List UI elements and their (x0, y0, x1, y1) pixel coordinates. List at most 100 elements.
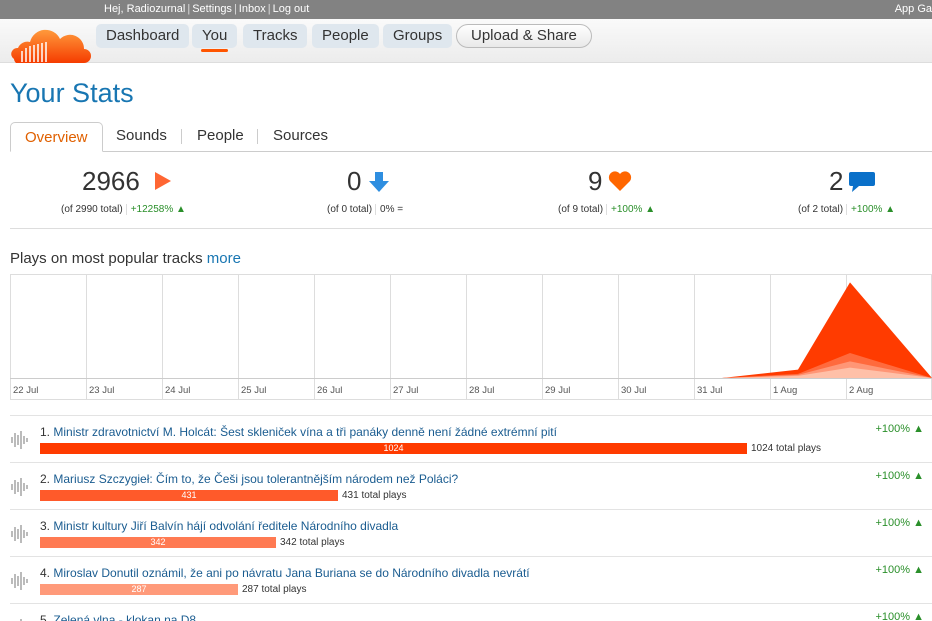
waveform-icon[interactable] (10, 428, 30, 452)
chart-tick-label: 24 Jul (165, 385, 190, 396)
tab-people[interactable]: People (197, 127, 244, 144)
nav-tracks[interactable]: Tracks (243, 24, 308, 48)
track-link[interactable]: Ministr zdravotnictví M. Holcát: Šest sk… (53, 425, 557, 439)
up-arrow-icon: ▲ (913, 611, 924, 621)
plays-chart: 22 Jul 23 Jul 24 Jul 25 Jul 26 Jul 27 Jul 28 J… (10, 274, 932, 400)
track-row: 2. Mariusz Szczygieł: Čím to, že Češi js… (10, 462, 932, 509)
favorites-count: 9 (588, 166, 603, 196)
up-arrow-icon: ▲ (913, 423, 924, 435)
track-title: 1. Ministr zdravotnictví M. Holcát: Šest… (40, 425, 557, 439)
track-title: 5. Zelená vlna - klokan na D8 (40, 613, 196, 621)
section-title-text: Plays on most popular tracks (10, 250, 203, 267)
total-plays: 342 total plays (280, 537, 345, 548)
nav-dashboard[interactable]: Dashboard (96, 24, 190, 48)
chart-frame (10, 274, 932, 400)
track-link[interactable]: Miroslav Donutil oznámil, že ani po návr… (53, 566, 529, 580)
settings-link[interactable]: Settings (192, 3, 232, 15)
up-arrow-icon: ▲ (913, 517, 924, 529)
track-change: +100% ▲ (875, 470, 924, 482)
plays-sub: (of 2990 total) +12258% ▲ (61, 204, 186, 215)
track-row: 4. Miroslav Donutil oznámil, že ani po n… (10, 556, 932, 603)
downloads-total: (of 0 total) (327, 204, 373, 215)
tabs-underline (10, 151, 932, 152)
comments-total: (of 2 total) (798, 204, 844, 215)
track-change-value: +100% (875, 423, 911, 435)
soundcloud-logo[interactable] (8, 29, 92, 69)
track-rank: 4. (40, 566, 51, 580)
chart-tick-label: 28 Jul (469, 385, 494, 396)
app-gallery-link[interactable]: App Ga (895, 3, 932, 15)
upload-share-button[interactable]: Upload & Share (456, 24, 592, 48)
tab-overview[interactable]: Overview (10, 122, 103, 152)
chart-tick-label: 2 Aug (849, 385, 873, 396)
chart-tick-label: 23 Jul (89, 385, 114, 396)
track-title: 2. Mariusz Szczygieł: Čím to, že Češi js… (40, 472, 458, 486)
plays-bar: 342 (40, 537, 276, 548)
track-row: 5. Zelená vlna - klokan na D8 +100% ▲ (10, 603, 932, 621)
tab-separator (181, 129, 182, 144)
chart-tick-label: 25 Jul (241, 385, 266, 396)
track-change-value: +100% (875, 470, 911, 482)
bar-label: 1024 (383, 443, 404, 453)
user-links: Hej, Radiozurnal | Settings | Inbox | Log out (104, 3, 310, 15)
comment-icon (849, 172, 875, 192)
greeting: Hej, (104, 3, 124, 15)
track-rank: 5. (40, 613, 51, 621)
track-change: +100% ▲ (875, 564, 924, 576)
track-link[interactable]: Mariusz Szczygieł: Čím to, že Češi jsou … (53, 472, 458, 486)
plays-count: 2966 (82, 166, 140, 196)
track-change: +100% ▲ (875, 611, 924, 621)
chart-tick-label: 26 Jul (317, 385, 342, 396)
track-change-value: +100% (875, 517, 911, 529)
up-arrow-icon: ▲ (645, 204, 656, 215)
bar-label: 431 (181, 490, 197, 500)
bar-label: 287 (131, 584, 147, 594)
waveform-icon[interactable] (10, 522, 30, 546)
bar-label: 342 (150, 537, 166, 547)
nav-people[interactable]: People (312, 24, 379, 48)
download-icon (369, 172, 389, 192)
username-link[interactable]: Radiozurnal (127, 3, 186, 15)
plays-bar: 431 (40, 490, 338, 501)
more-link[interactable]: more (207, 250, 241, 267)
track-title: 3. Ministr kultury Jiří Balvín hájí odvo… (40, 519, 398, 533)
track-change: +100% ▲ (875, 423, 924, 435)
equal-icon: = (397, 204, 404, 215)
nav-you[interactable]: You (192, 24, 238, 52)
track-rank: 3. (40, 519, 51, 533)
page-title: Your Stats (10, 78, 134, 108)
track-row: 3. Ministr kultury Jiří Balvín hájí odvo… (10, 509, 932, 556)
waveform-icon[interactable] (10, 475, 30, 499)
tab-sources[interactable]: Sources (273, 127, 328, 144)
tab-sounds[interactable]: Sounds (116, 127, 167, 144)
track-change-value: +100% (875, 564, 911, 576)
track-change-value: +100% (875, 611, 911, 621)
plays-total: (of 2990 total) (61, 204, 123, 215)
track-link[interactable]: Ministr kultury Jiří Balvín hájí odvolán… (53, 519, 398, 533)
plays-bar: 287 (40, 584, 238, 595)
heart-icon (608, 171, 632, 191)
chart-tick-label: 27 Jul (393, 385, 418, 396)
downloads-count: 0 (347, 166, 362, 196)
downloads-change: 0% (380, 204, 395, 215)
logout-link[interactable]: Log out (273, 3, 310, 15)
up-arrow-icon: ▲ (913, 564, 924, 576)
track-title: 4. Miroslav Donutil oznámil, že ani po n… (40, 566, 530, 580)
plays-change: +12258% (130, 204, 174, 215)
track-link[interactable]: Zelená vlna - klokan na D8 (53, 613, 196, 621)
favorites-change: +100% (611, 204, 643, 215)
chart-tick-label: 22 Jul (13, 385, 38, 396)
up-arrow-icon: ▲ (176, 204, 186, 215)
up-arrow-icon: ▲ (913, 470, 924, 482)
favorites-total: (of 9 total) (558, 204, 604, 215)
chart-tick-label: 29 Jul (545, 385, 570, 396)
play-icon (155, 172, 171, 190)
comments-change: +100% (851, 204, 883, 215)
section-title: Plays on most popular tracks more (10, 250, 241, 267)
waveform-icon[interactable] (10, 569, 30, 593)
downloads-sub: (of 0 total) 0% = (327, 204, 404, 215)
track-rank: 1. (40, 425, 51, 439)
inbox-link[interactable]: Inbox (239, 3, 266, 15)
nav-groups[interactable]: Groups (383, 24, 453, 48)
waveform-icon[interactable] (10, 616, 30, 621)
